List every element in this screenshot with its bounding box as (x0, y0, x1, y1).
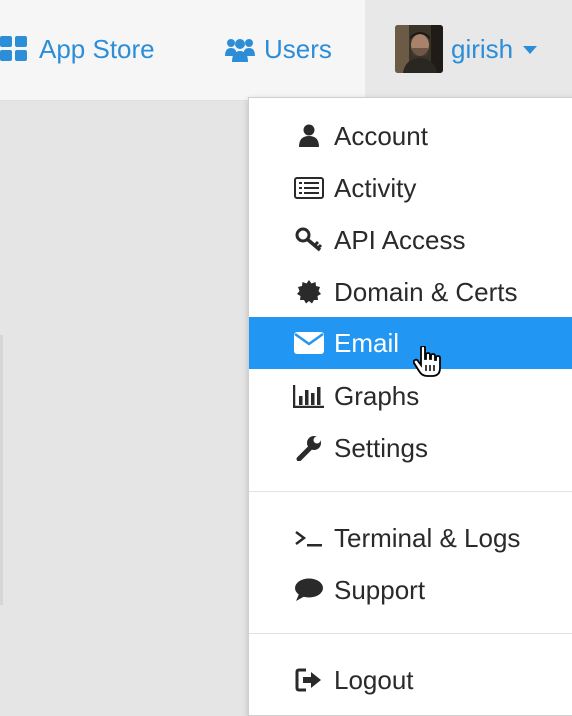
bar-chart-icon (289, 384, 329, 408)
menu-item-settings[interactable]: Settings (249, 422, 572, 474)
menu-item-label: Email (334, 327, 400, 358)
terminal-icon (289, 528, 329, 548)
certificate-icon (289, 279, 329, 305)
users-icon (225, 39, 255, 62)
profile-username: girish (451, 33, 514, 64)
menu-item-graphs[interactable]: Graphs (249, 370, 572, 422)
caret-down-icon (523, 45, 538, 54)
comment-icon (289, 578, 329, 602)
top-navbar: App Store Users girish (0, 0, 572, 101)
profile-dropdown-toggle[interactable]: girish (365, 0, 572, 98)
avatar (395, 25, 443, 73)
user-icon (289, 124, 329, 148)
menu-item-terminal-logs[interactable]: Terminal & Logs (249, 512, 572, 564)
menu-item-domain-certs[interactable]: Domain & Certs (249, 266, 572, 318)
key-icon (289, 227, 329, 253)
nav-users-label: Users (264, 33, 332, 64)
nav-users[interactable]: Users (224, 0, 332, 98)
menu-item-label: Terminal & Logs (334, 522, 521, 553)
menu-item-label: Activity (334, 172, 417, 203)
wrench-icon (289, 435, 329, 461)
menu-item-label: Support (334, 574, 426, 605)
menu-divider (249, 633, 572, 634)
profile-dropdown-menu: Account Activity API Access Domain & Cer… (248, 97, 572, 716)
hand-cursor-icon (413, 346, 441, 377)
menu-item-activity[interactable]: Activity (249, 162, 572, 214)
envelope-icon (289, 332, 329, 354)
menu-item-label: API Access (334, 224, 466, 255)
sign-out-icon (289, 668, 329, 692)
menu-divider (249, 491, 572, 492)
menu-item-label: Graphs (334, 380, 420, 411)
menu-item-api-access[interactable]: API Access (249, 214, 572, 266)
menu-item-label: Logout (334, 664, 414, 695)
background-panel-edge (0, 335, 3, 605)
nav-app-store-label: App Store (39, 33, 155, 64)
list-icon (289, 177, 329, 199)
menu-item-label: Domain & Certs (334, 276, 518, 307)
menu-item-logout[interactable]: Logout (249, 654, 572, 706)
menu-item-email[interactable]: Email (249, 317, 572, 369)
menu-item-label: Settings (334, 432, 428, 463)
menu-item-account[interactable]: Account (249, 110, 572, 162)
menu-item-support[interactable]: Support (249, 564, 572, 616)
grid-icon (0, 36, 27, 61)
menu-item-label: Account (334, 120, 428, 151)
nav-app-store[interactable]: App Store (0, 0, 155, 98)
